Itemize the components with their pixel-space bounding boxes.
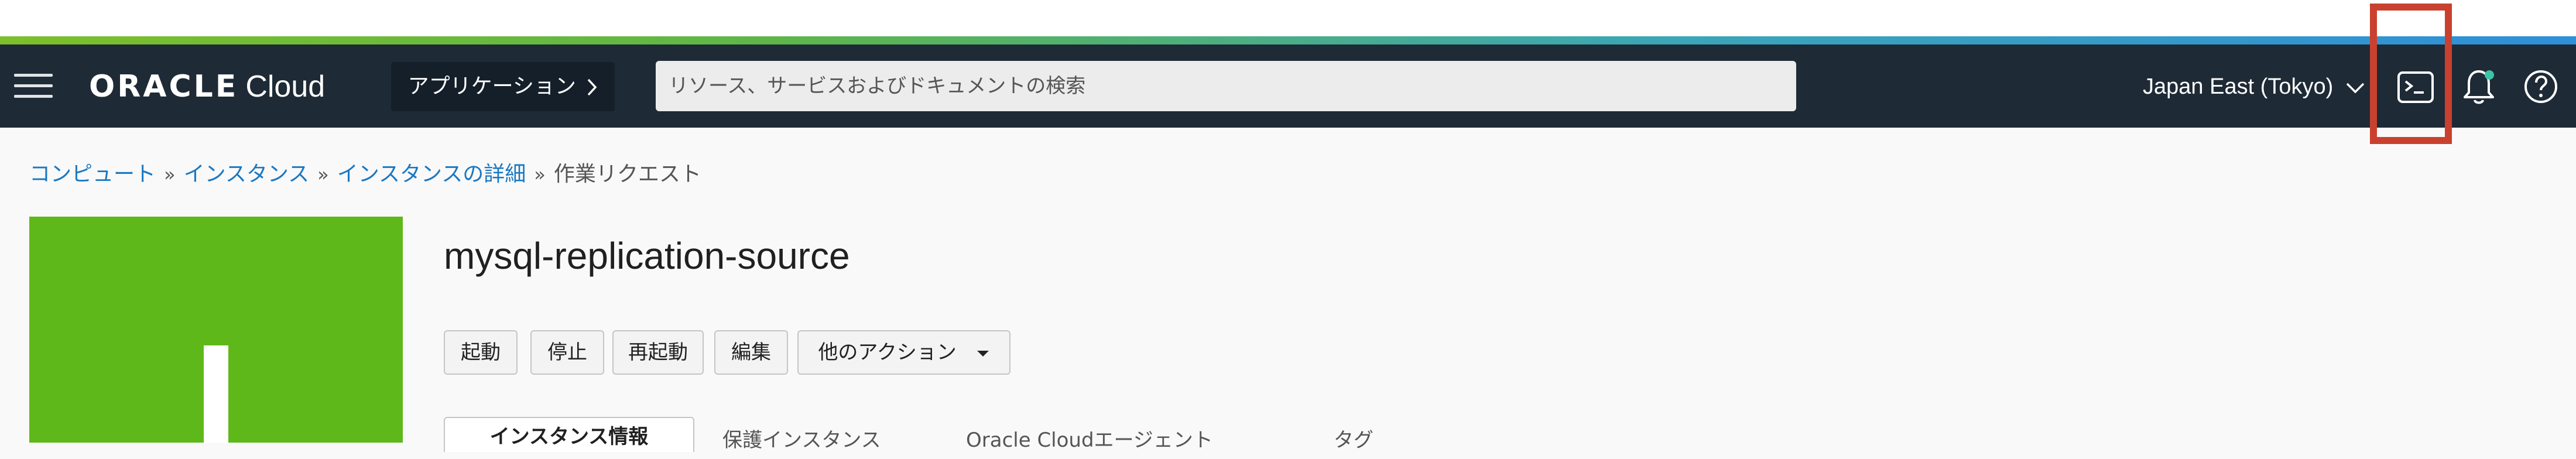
page-title: mysql-replication-source <box>444 235 850 277</box>
bell-icon[interactable] <box>2457 64 2501 109</box>
search-input[interactable] <box>656 61 1796 111</box>
instance-icon-glyph <box>204 345 228 443</box>
start-button[interactable]: 起動 <box>444 330 518 375</box>
more-actions-label: 他のアクション <box>818 341 957 364</box>
breadcrumb-separator: » <box>317 163 329 186</box>
top-whitespace <box>0 0 2576 36</box>
breadcrumb-separator: » <box>164 163 176 186</box>
logo-oracle-text: ORACLE <box>89 69 239 104</box>
chevron-down-icon <box>2346 83 2365 94</box>
accent-gradient-line <box>0 36 2576 44</box>
oracle-cloud-logo[interactable]: ORACLE Cloud <box>89 67 325 107</box>
stop-button[interactable]: 停止 <box>530 330 604 375</box>
tab-oracle-cloud-agent[interactable]: Oracle Cloudエージェント <box>966 422 1213 459</box>
breadcrumb-separator: » <box>534 163 546 186</box>
chevron-right-icon <box>588 78 597 96</box>
applications-button[interactable]: アプリケーション <box>391 62 615 111</box>
breadcrumb-instances[interactable]: インスタンス <box>184 162 310 186</box>
breadcrumb-compute[interactable]: コンピュート <box>29 162 156 186</box>
restart-button[interactable]: 再起動 <box>612 330 704 375</box>
breadcrumb: コンピュート » インスタンス » インスタンスの詳細 » 作業リクエスト <box>29 157 701 187</box>
tab-instance-info[interactable]: インスタンス情報 <box>444 417 694 452</box>
breadcrumb-current: 作業リクエスト <box>553 162 701 186</box>
tab-protected-instance[interactable]: 保護インスタンス <box>722 422 881 459</box>
instance-status-icon <box>29 217 403 443</box>
notification-dot <box>2485 70 2494 80</box>
top-navbar: ORACLECloud アプリケーション Japan East (Tokyo) <box>0 44 2576 128</box>
menu-icon[interactable] <box>14 73 53 100</box>
edit-button[interactable]: 編集 <box>714 330 788 375</box>
logo-cloud-text: Cloud <box>245 70 326 104</box>
tab-tags[interactable]: タグ <box>1334 422 1373 459</box>
breadcrumb-instance-details[interactable]: インスタンスの詳細 <box>337 162 526 186</box>
applications-button-label: アプリケーション <box>407 74 576 98</box>
region-selector[interactable]: Japan East (Tokyo) <box>2143 66 2365 108</box>
cloud-shell-highlight-box <box>2370 4 2452 144</box>
caret-down-icon <box>977 350 989 357</box>
more-actions-button[interactable]: 他のアクション <box>797 330 1010 375</box>
region-label: Japan East (Tokyo) <box>2143 74 2334 99</box>
help-icon[interactable] <box>2519 64 2563 109</box>
